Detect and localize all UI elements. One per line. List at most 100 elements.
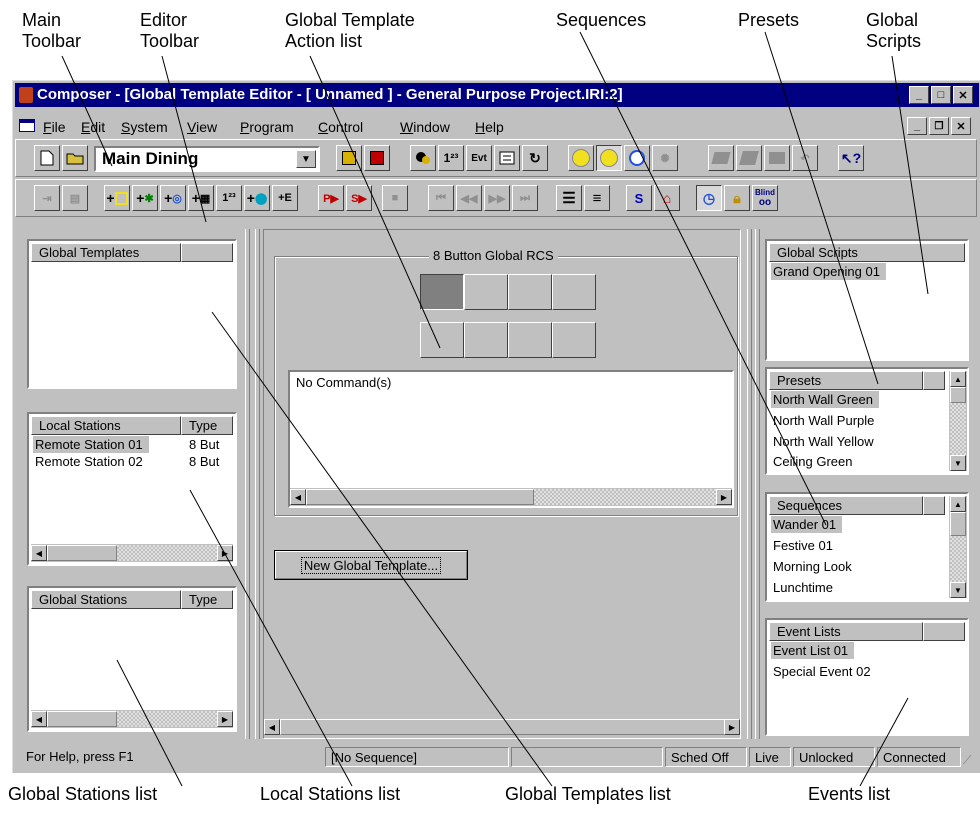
- disabled-tool-icon-2[interactable]: [736, 145, 762, 171]
- first-icon[interactable]: ⏮: [428, 185, 454, 211]
- menu-help[interactable]: Help: [475, 118, 504, 136]
- event-lists-list[interactable]: Event Lists Event List 01 Special Event …: [765, 618, 969, 736]
- rcs-button-2[interactable]: [464, 274, 508, 310]
- scroll-left-icon[interactable]: ◀: [264, 719, 280, 735]
- action-list-hscroll[interactable]: ◀ ▶: [290, 488, 732, 506]
- new-file-icon[interactable]: [34, 145, 60, 171]
- globe-icon[interactable]: [568, 145, 594, 171]
- add-clock-icon[interactable]: + ◎: [160, 185, 186, 211]
- list-item[interactable]: Event List 01: [771, 642, 855, 659]
- scroll-left-icon[interactable]: ◀: [31, 545, 47, 561]
- scroll-down-icon[interactable]: ▼: [950, 455, 966, 471]
- schedule-clock-icon[interactable]: ◷: [696, 185, 722, 211]
- menu-file[interactable]: File: [43, 118, 66, 136]
- lock-icon[interactable]: 🔒︎: [724, 185, 750, 211]
- global-templates-list[interactable]: Global Templates: [27, 239, 237, 389]
- presets-vscroll[interactable]: ▲ ▼: [949, 371, 967, 471]
- global-stations-type-header[interactable]: Type: [181, 590, 233, 609]
- delete-icon[interactable]: ▤: [62, 185, 88, 211]
- rcs-button-8[interactable]: [552, 322, 596, 358]
- add-event-icon[interactable]: +E: [272, 185, 298, 211]
- astro-icon[interactable]: ✺: [652, 145, 678, 171]
- list-item[interactable]: Ceiling Green: [771, 453, 859, 471]
- event-icon[interactable]: Evt: [466, 145, 492, 171]
- menu-program[interactable]: Program: [240, 118, 294, 136]
- list-item[interactable]: Morning Look: [771, 558, 858, 575]
- table-row[interactable]: Remote Station 02: [33, 453, 149, 470]
- scroll-thumb[interactable]: [950, 512, 966, 536]
- close-icon[interactable]: ✕: [953, 86, 973, 104]
- sequences-vscroll[interactable]: ▲ ▼: [949, 496, 967, 598]
- station-icon[interactable]: [336, 145, 362, 171]
- play-preset-icon[interactable]: P▶: [318, 185, 344, 211]
- list-item[interactable]: Lunchtime: [771, 579, 839, 597]
- add-keypad-icon[interactable]: + ▦: [188, 185, 214, 211]
- disabled-tool-icon-3[interactable]: [764, 145, 790, 171]
- global-scripts-list[interactable]: Global Scripts Grand Opening 01: [765, 239, 969, 361]
- list-item[interactable]: North Wall Yellow: [771, 433, 880, 450]
- rcs-button-3[interactable]: [508, 274, 552, 310]
- mdi-restore-icon[interactable]: ❐: [929, 117, 949, 135]
- global-templates-header[interactable]: Global Templates: [31, 243, 181, 262]
- add-preset-icon[interactable]: + ✱: [132, 185, 158, 211]
- left-splitter[interactable]: [245, 229, 250, 739]
- exit-edit-icon[interactable]: ⇥: [34, 185, 60, 211]
- scroll-right-icon[interactable]: ▶: [716, 489, 732, 505]
- list-box-icon[interactable]: ☰: [556, 185, 582, 211]
- add-counter-icon[interactable]: 1²³: [216, 185, 242, 211]
- scroll-left-icon[interactable]: ◀: [31, 711, 47, 727]
- right-splitter[interactable]: [755, 229, 760, 739]
- global-template-action-list[interactable]: No Command(s) ◀ ▶: [288, 370, 734, 508]
- rcs-button-4[interactable]: [552, 274, 596, 310]
- menu-edit[interactable]: Edit: [81, 118, 105, 136]
- local-stations-type-header[interactable]: Type: [181, 416, 233, 435]
- scroll-thumb[interactable]: [950, 387, 966, 403]
- blind-icon[interactable]: Blind oo: [752, 185, 778, 211]
- local-stations-list[interactable]: Local Stations Type Remote Station 01 8 …: [27, 412, 237, 566]
- rcs-button-7[interactable]: [508, 322, 552, 358]
- list-item[interactable]: Special Event 02: [771, 663, 877, 680]
- document-icon[interactable]: [19, 119, 35, 132]
- rcs-button-5[interactable]: [420, 322, 464, 358]
- refresh-icon[interactable]: ↻: [522, 145, 548, 171]
- editor-hscroll[interactable]: ◀ ▶: [264, 718, 740, 736]
- list-item[interactable]: North Wall Purple: [771, 412, 880, 429]
- event-lists-header[interactable]: Event Lists: [769, 622, 923, 641]
- list-item[interactable]: Wander 01: [771, 516, 843, 533]
- counter-icon[interactable]: 1²³: [438, 145, 464, 171]
- context-help-icon[interactable]: ↖?: [838, 145, 864, 171]
- stop-icon[interactable]: ■: [382, 185, 408, 211]
- global-stations-header[interactable]: Global Stations: [31, 590, 181, 609]
- presets-list[interactable]: Presets North Wall Green North Wall Purp…: [765, 367, 969, 475]
- open-folder-icon[interactable]: [62, 145, 88, 171]
- add-template-icon[interactable]: +: [104, 185, 130, 211]
- preset-icon[interactable]: [410, 145, 436, 171]
- exit-station-icon[interactable]: [364, 145, 390, 171]
- local-stations-header[interactable]: Local Stations: [31, 416, 181, 435]
- s-icon[interactable]: S: [626, 185, 652, 211]
- rcs-button-6[interactable]: [464, 322, 508, 358]
- local-stations-hscroll[interactable]: ◀ ▶: [31, 544, 233, 562]
- clock-icon[interactable]: [624, 145, 650, 171]
- calendar-icon[interactable]: [596, 145, 622, 171]
- sequences-header-blank[interactable]: [923, 496, 945, 515]
- center-left-splitter[interactable]: [255, 229, 260, 739]
- list-icon[interactable]: ≡: [584, 185, 610, 211]
- disabled-tool-icon-1[interactable]: [708, 145, 734, 171]
- rewind-icon[interactable]: ◀◀: [456, 185, 482, 211]
- menu-view[interactable]: View: [187, 118, 217, 136]
- list-item[interactable]: Grand Opening 01: [771, 263, 886, 280]
- sequences-list[interactable]: Sequences Wander 01 Festive 01 Morning L…: [765, 492, 969, 602]
- global-templates-header-blank[interactable]: [181, 243, 233, 262]
- mdi-close-icon[interactable]: ✕: [951, 117, 971, 135]
- scroll-down-icon[interactable]: ▼: [950, 582, 966, 598]
- table-row[interactable]: Remote Station 01: [33, 436, 149, 453]
- global-stations-hscroll[interactable]: ◀ ▶: [31, 710, 233, 728]
- scroll-thumb[interactable]: [47, 545, 117, 561]
- global-stations-list[interactable]: Global Stations Type ◀ ▶: [27, 586, 237, 732]
- presets-header[interactable]: Presets: [769, 371, 923, 390]
- location-combo[interactable]: Main Dining ▼: [94, 146, 320, 172]
- scroll-left-icon[interactable]: ◀: [290, 489, 306, 505]
- mdi-minimize-icon[interactable]: _: [907, 117, 927, 135]
- keypad-icon[interactable]: [494, 145, 520, 171]
